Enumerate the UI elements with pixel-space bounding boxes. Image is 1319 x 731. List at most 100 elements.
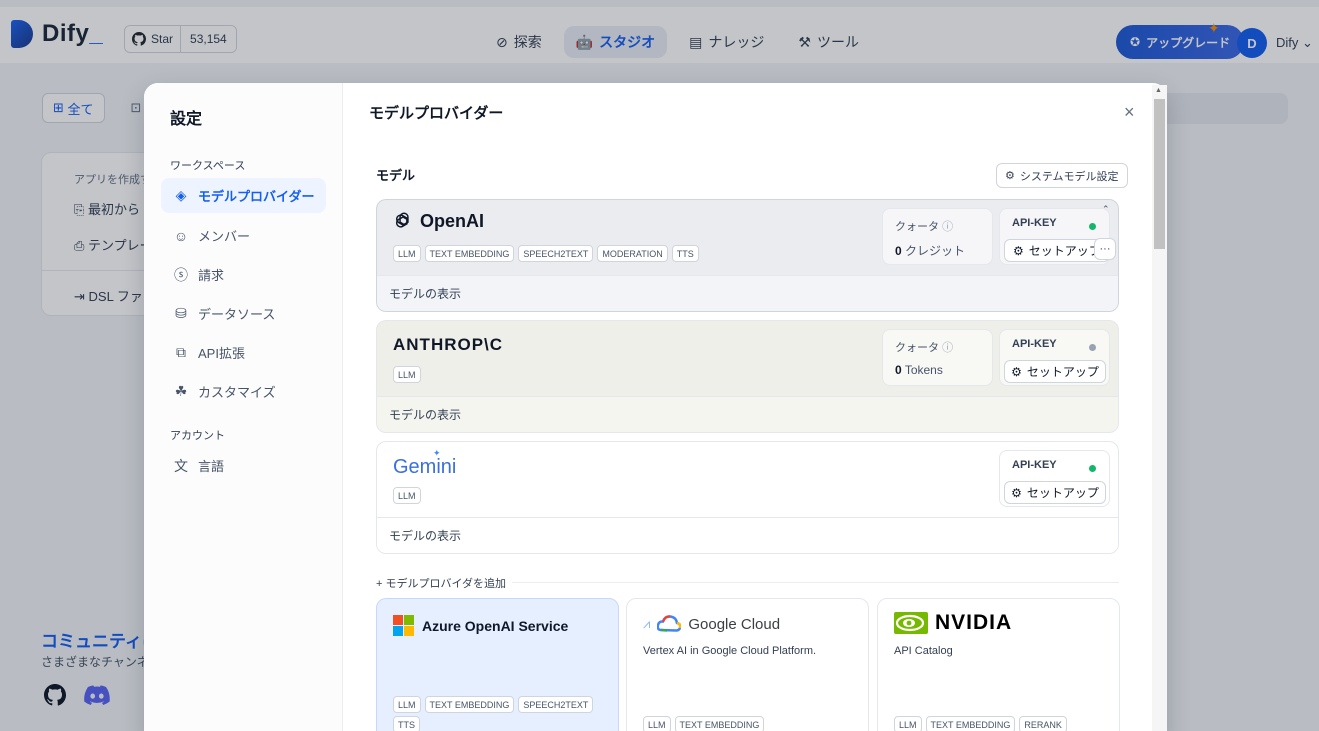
scroll-up-icon[interactable]: ▲ [1155, 87, 1162, 94]
help-icon: ⓘ [942, 342, 954, 354]
provider-name-text: ANTHROP\C [393, 335, 504, 354]
sidebar-item-api-extension[interactable]: ⧉ API拡張 [161, 335, 326, 370]
tag: LLM [393, 487, 421, 504]
sidebar-item-label: 言語 [198, 459, 225, 474]
sidebar-item-label: データソース [198, 307, 276, 322]
provider-card-nvidia[interactable]: NVIDIA API Catalog LLM TEXT EMBEDDING RE… [877, 598, 1120, 731]
sidebar-item-language[interactable]: 文 言語 [161, 448, 326, 483]
show-models-label: モデルの表示 [389, 408, 462, 422]
google-cloud-logo-icon [657, 615, 682, 632]
sidebar-item-label: モデルプロバイダー [198, 189, 315, 204]
palette-icon: ☘ [174, 383, 188, 399]
api-key-status-dot [1089, 344, 1096, 351]
account-section-label: アカウント [170, 430, 225, 442]
provider-name-text: OpenAI [420, 210, 485, 231]
provider-tags: LLM TEXT EMBEDDING RERANK [894, 716, 1104, 731]
provider-description: Vertex AI in Google Cloud Platform. [643, 645, 817, 657]
tag: TTS [671, 245, 699, 262]
provider-tags: LLM [393, 487, 421, 504]
quota-panel: クォータ ⓘ 0 Tokens [882, 329, 993, 386]
tag: SPEECH2TEXT [518, 696, 594, 713]
sidebar-item-customize[interactable]: ☘ カスタマイズ [161, 374, 326, 409]
show-models-button[interactable]: モデルの表示 [377, 517, 1118, 553]
provider-name: ANTHROP\C [393, 335, 503, 355]
provider-name-text: NVIDIA [935, 611, 1013, 634]
system-model-settings-button[interactable]: ⚙ システムモデル設定 [996, 163, 1128, 188]
tag: SPEECH2TEXT [518, 245, 594, 262]
api-key-panel: API-KEY ⚙ セットアップ [999, 329, 1110, 386]
dollar-icon: ⓢ [174, 266, 188, 283]
show-models-button[interactable]: モデルの表示 [377, 275, 1118, 311]
collapse-icon[interactable]: ⌃ [1102, 204, 1110, 215]
quota-label: クォータ [895, 221, 939, 233]
show-models-button[interactable]: モデルの表示 [377, 396, 1118, 432]
tag: TEXT EMBEDDING [424, 696, 515, 713]
tag: LLM [393, 696, 421, 713]
system-model-settings-label: システムモデル設定 [1019, 170, 1119, 183]
sidebar-item-label: カスタマイズ [198, 385, 276, 400]
api-key-status-dot [1089, 223, 1096, 230]
setup-label: セットアップ [1026, 365, 1099, 379]
sidebar-item-members[interactable]: ☺ メンバー [161, 218, 326, 253]
provider-name-text: Azure OpenAI Service [422, 618, 569, 634]
gear-icon: ⚙ [1011, 485, 1022, 500]
quota-panel: クォータ ⓘ 0 クレジット [882, 208, 993, 265]
nvidia-logo-icon [894, 612, 928, 634]
close-icon[interactable]: × [1124, 102, 1135, 123]
modal-scrollbar[interactable]: ▲ [1152, 85, 1167, 731]
models-section-label: モデル [376, 168, 416, 183]
quota-value: 0 [895, 244, 902, 258]
gear-icon: ⚙ [1011, 364, 1022, 379]
puzzle-icon: ⧉ [176, 344, 186, 360]
setup-label: セットアップ [1026, 486, 1099, 500]
provider-name: OpenAI [393, 210, 484, 232]
tag: TEXT EMBEDDING [925, 716, 1016, 731]
provider-name: ⩘ Google Cloud [643, 615, 780, 633]
workspace-section-label: ワークスペース [170, 160, 246, 172]
provider-name: Azure OpenAI Service [393, 615, 568, 637]
scrollbar-thumb[interactable] [1154, 99, 1165, 249]
divider [512, 582, 1119, 583]
sidebar-item-billing[interactable]: ⓢ 請求 [161, 257, 326, 292]
gear-icon: ⚙ [1013, 243, 1024, 258]
provider-card-gemini: Gemini ✦ LLM API-KEY ⚙ セットアップ モデルの表示 [376, 441, 1119, 554]
provider-card-google-cloud[interactable]: ⩘ Google Cloud Vertex AI in Google Cloud… [626, 598, 869, 731]
tag: MODERATION [597, 245, 668, 262]
database-icon: ⛁ [175, 305, 187, 321]
translate-icon: 文 [174, 457, 188, 474]
add-provider-label: + モデルプロバイダを追加 [376, 578, 507, 590]
tag: TTS [393, 716, 420, 731]
settings-sidebar: 設定 ワークスペース ◈ モデルプロバイダー ☺ メンバー ⓢ 請求 ⛁ データ… [144, 83, 343, 731]
provider-description: API Catalog [894, 645, 953, 657]
setup-button[interactable]: ⚙ セットアップ [1004, 360, 1106, 383]
tag: LLM [393, 245, 421, 262]
sidebar-item-model-provider[interactable]: ◈ モデルプロバイダー [161, 178, 326, 213]
settings-title: 設定 [170, 111, 203, 128]
quota-label: クォータ [895, 342, 939, 354]
provider-card-azure[interactable]: Azure OpenAI Service LLM TEXT EMBEDDING … [376, 598, 619, 731]
gear-icon: ⚙ [1005, 170, 1015, 182]
settings-main: モデルプロバイダー × モデル ⚙ システムモデル設定 OpenAI LLM T… [344, 83, 1151, 731]
show-models-label: モデルの表示 [389, 287, 462, 301]
page-title: モデルプロバイダー [369, 105, 504, 122]
quota-unit: Tokens [904, 363, 943, 377]
sidebar-item-label: メンバー [198, 229, 251, 244]
tag: LLM [643, 716, 671, 731]
provider-name-text: Google Cloud [688, 615, 781, 633]
api-key-label: API-KEY [1012, 459, 1057, 471]
more-options-button[interactable]: ··· [1094, 238, 1116, 260]
api-key-label: API-KEY [1012, 217, 1057, 229]
tag: TEXT EMBEDDING [674, 716, 765, 731]
microsoft-logo-icon [393, 615, 414, 636]
sidebar-item-data-source[interactable]: ⛁ データソース [161, 296, 326, 331]
provider-tags: LLM [393, 366, 421, 383]
settings-modal: 設定 ワークスペース ◈ モデルプロバイダー ☺ メンバー ⓢ 請求 ⛁ データ… [144, 83, 1167, 731]
vertex-ai-icon: ⩘ [643, 616, 651, 631]
tag: TEXT EMBEDDING [424, 245, 515, 262]
setup-button[interactable]: ⚙ セットアップ [1004, 481, 1106, 504]
api-key-status-dot [1089, 465, 1096, 472]
provider-tags: LLM TEXT EMBEDDING SPEECH2TEXT TTS [393, 696, 603, 731]
quota-unit: クレジット [905, 244, 966, 258]
provider-name-text: Gemini [393, 456, 457, 478]
api-key-label: API-KEY [1012, 338, 1057, 350]
